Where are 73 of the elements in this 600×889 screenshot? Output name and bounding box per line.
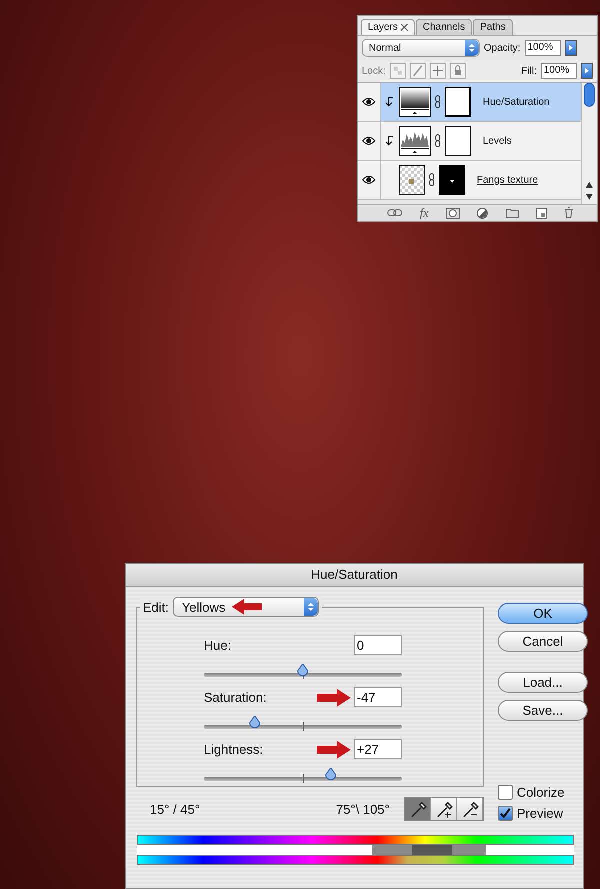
- eye-icon[interactable]: [362, 136, 376, 146]
- gradient-thumbnail: [399, 87, 431, 117]
- histogram-thumbnail: [399, 126, 431, 156]
- edit-dropdown[interactable]: Yellows: [173, 597, 320, 617]
- layer-name: Fangs texture: [477, 174, 538, 186]
- eyedropper-plus-icon: [434, 800, 452, 818]
- range-slider-drawing[interactable]: [137, 845, 574, 855]
- angle-range-text: 75°\ 105°: [336, 802, 390, 816]
- checkbox[interactable]: [498, 785, 513, 800]
- slider-label: Saturation:: [204, 690, 267, 704]
- fill-field[interactable]: 100%: [541, 63, 577, 79]
- checkbox-label: Colorize: [517, 785, 565, 800]
- checkbox[interactable]: [498, 806, 513, 821]
- lock-icon[interactable]: [450, 63, 466, 79]
- folder-icon[interactable]: [506, 208, 519, 218]
- value-field[interactable]: 0: [354, 635, 402, 655]
- panel-tab[interactable]: Paths: [473, 19, 513, 35]
- slider-label: Hue:: [204, 638, 232, 652]
- slider-thumb[interactable]: [324, 768, 337, 782]
- eye-icon[interactable]: [362, 175, 376, 185]
- dialog-button[interactable]: OK: [498, 603, 588, 624]
- trash-icon[interactable]: [564, 207, 574, 219]
- mask-thumbnail: [445, 126, 471, 156]
- slider-track[interactable]: [204, 715, 402, 731]
- eyedropper-icon: [408, 800, 426, 818]
- layer-row[interactable]: Fangs texture: [358, 161, 581, 200]
- eyedropper-minus-icon: [460, 800, 478, 818]
- dialog-button[interactable]: Load...: [498, 672, 588, 693]
- eyedropper-button[interactable]: [405, 798, 431, 820]
- dialog-title: Hue/Saturation: [126, 564, 583, 587]
- link-icon[interactable]: [386, 209, 403, 217]
- eyedropper-button[interactable]: [431, 798, 457, 820]
- panel-tab[interactable]: Layers: [361, 19, 416, 35]
- eye-icon[interactable]: [362, 97, 376, 107]
- layer-row[interactable]: Levels: [358, 122, 581, 161]
- checkbox-label: Preview: [517, 806, 564, 821]
- mask-thumbnail: [439, 165, 465, 195]
- stepper-icon: [304, 598, 318, 616]
- layer-name: Levels: [483, 136, 512, 146]
- checkered-thumbnail: [399, 165, 425, 195]
- chain-link-icon: [435, 134, 441, 148]
- lock-label: Lock:: [362, 66, 386, 76]
- scroll-thumb[interactable]: [584, 83, 595, 107]
- close-icon[interactable]: [401, 24, 408, 31]
- blend-mode-dropdown[interactable]: Normal: [362, 39, 480, 57]
- panel-tab[interactable]: Channels: [416, 19, 472, 35]
- eyedropper-button[interactable]: [457, 798, 483, 820]
- move-icon[interactable]: [430, 63, 446, 79]
- opacity-label: Opacity:: [484, 42, 521, 54]
- slider-track[interactable]: [204, 767, 402, 783]
- brush-icon[interactable]: [410, 63, 426, 79]
- slider-track[interactable]: [204, 663, 402, 679]
- layer-name: Hue/Saturation: [483, 96, 550, 108]
- slider-label: Lightness:: [204, 742, 264, 756]
- effects-button[interactable]: fx: [420, 206, 429, 220]
- slider-thumb[interactable]: [249, 716, 262, 730]
- layer-row[interactable]: Hue/Saturation: [358, 83, 581, 122]
- chain-link-icon: [429, 173, 435, 187]
- fill-label: Fill:: [521, 66, 537, 76]
- edit-label: Edit:: [143, 600, 170, 614]
- mask-thumbnail: [445, 87, 471, 117]
- dialog-button[interactable]: Cancel: [498, 631, 588, 652]
- play-icon[interactable]: [564, 40, 577, 56]
- slider-thumb[interactable]: [297, 664, 309, 678]
- stepper-icon: [465, 40, 479, 56]
- new-layer-icon[interactable]: [536, 208, 547, 218]
- adjustment-icon[interactable]: [477, 208, 488, 218]
- chain-link-icon: [435, 95, 441, 109]
- opacity-field[interactable]: 100%: [524, 40, 561, 56]
- mask-icon[interactable]: [446, 208, 460, 218]
- dialog-button[interactable]: Save...: [498, 700, 588, 721]
- angle-range-text: 15° / 45°: [150, 802, 200, 816]
- play-icon[interactable]: [581, 63, 593, 79]
